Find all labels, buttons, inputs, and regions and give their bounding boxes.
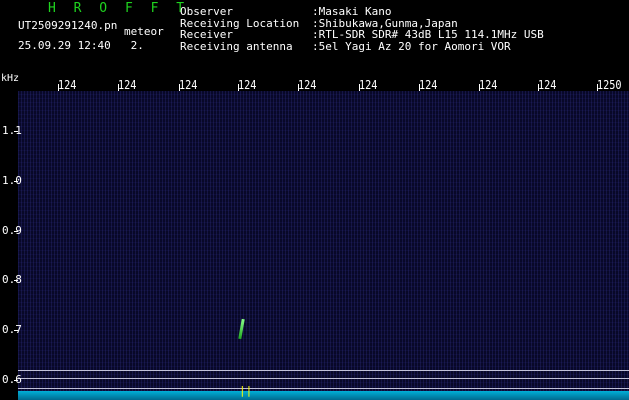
x-tick-mark — [597, 84, 598, 91]
signal-strength-band — [18, 391, 629, 400]
info-values: :Masaki Kano :Shibukawa,Gunma,Japan :RTL… — [312, 5, 544, 53]
info-keys: Observer Receiving Location Receiver Rec… — [180, 5, 300, 53]
x-tick-label: 124 — [298, 78, 317, 92]
y-tick-label: 0.9 — [2, 224, 22, 237]
x-tick-mark — [538, 84, 539, 91]
y-tick-label: 1.0 — [2, 174, 22, 187]
meteor-label: meteor — [124, 25, 164, 38]
brand-title: H R O F F T — [48, 1, 190, 16]
x-tick-mark — [238, 84, 239, 91]
x-tick-mark — [419, 84, 420, 91]
x-tick-mark — [179, 84, 180, 91]
filename-label: UT2509291240.pn — [18, 19, 118, 32]
y-unit-label: kHz — [1, 73, 20, 84]
x-tick-mark — [479, 84, 480, 91]
x-tick-label: 124 — [58, 78, 77, 92]
x-tick-label: 124 — [238, 78, 257, 92]
y-tick-mark — [14, 280, 18, 281]
y-tick-mark — [14, 231, 18, 232]
x-tick-label: 124 — [538, 78, 557, 92]
y-tick-label: 1.1 — [2, 124, 22, 137]
timestamp-label: 25.09.29 12:40 2. — [18, 39, 144, 52]
y-tick-mark — [14, 131, 18, 132]
time-marker: || — [239, 384, 253, 397]
x-tick-label: 124 — [359, 78, 378, 92]
y-tick-label: 0.8 — [2, 273, 22, 286]
x-tick-label: 124 — [118, 78, 137, 92]
y-tick-mark — [14, 330, 18, 331]
reference-line — [18, 378, 629, 379]
reference-line — [18, 370, 629, 371]
y-tick-label: 0.7 — [2, 323, 22, 336]
x-tick-label: 124 — [479, 78, 498, 92]
x-tick-mark — [58, 84, 59, 91]
spectrogram-area — [18, 91, 629, 391]
y-tick-mark — [14, 181, 18, 182]
x-tick-mark — [298, 84, 299, 91]
x-tick-label: 1250 — [597, 78, 622, 92]
x-tick-label: 124 — [419, 78, 438, 92]
x-tick-label: 124 — [179, 78, 198, 92]
reference-line — [18, 388, 629, 389]
y-tick-label: 0.6 — [2, 373, 22, 386]
x-tick-mark — [359, 84, 360, 91]
x-tick-mark — [118, 84, 119, 91]
y-tick-mark — [14, 380, 18, 381]
